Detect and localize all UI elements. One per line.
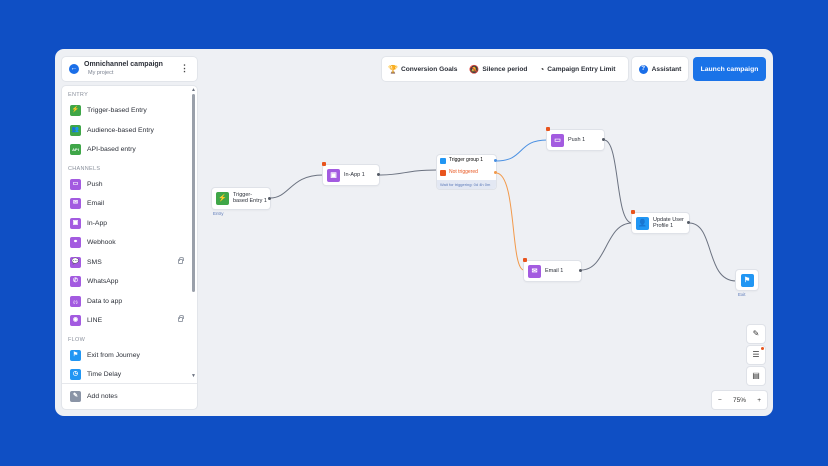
node-email[interactable]: ✉ Email 1	[523, 258, 582, 281]
warning-badge	[523, 258, 527, 262]
not-triggered-icon	[440, 169, 446, 176]
node-push-label: Push 1	[568, 137, 586, 143]
lightning-icon: ⚡	[216, 192, 229, 205]
edge-not-triggered-to-email	[495, 172, 525, 271]
guide-button[interactable]: ▤	[747, 367, 765, 385]
node-update-user-profile[interactable]: 👤 Update User Profile 1	[631, 210, 690, 233]
node-push[interactable]: ▭ Push 1	[546, 127, 605, 150]
node-trigger-based-entry[interactable]: ⚡ Trigger-based Entry 1	[212, 188, 271, 209]
output-port[interactable]	[579, 269, 582, 272]
edge-inapp-to-triggergroup	[378, 169, 438, 176]
node-trigger-caption: Entry	[213, 211, 224, 216]
edge-push-to-update	[603, 139, 633, 224]
email-icon: ✉	[528, 265, 541, 278]
trigger-group-label: Trigger group 1	[449, 157, 483, 163]
zoom-in-button[interactable]: +	[757, 397, 761, 404]
not-triggered-row: Not triggered	[437, 167, 496, 178]
triggered-port[interactable]	[494, 159, 497, 162]
node-trigger-label: Trigger-based Entry 1	[233, 192, 267, 204]
trigger-icon	[440, 157, 446, 164]
in-app-icon: ▣	[327, 169, 340, 182]
wait-caption: Wait for triggering: 0d 4h 0m	[437, 180, 496, 189]
alert-dot	[761, 347, 764, 350]
validate-button[interactable]: ☰	[747, 346, 765, 364]
flag-icon: ⚑	[740, 273, 754, 287]
edge-triggered-to-push	[495, 139, 548, 162]
book-icon: ▤	[752, 371, 760, 380]
checklist-icon: ☰	[752, 350, 760, 359]
trigger-group-row: Trigger group 1	[437, 155, 496, 166]
push-icon: ▭	[551, 134, 564, 147]
node-email-label: Email 1	[545, 268, 564, 274]
warning-badge	[546, 127, 550, 131]
not-triggered-port[interactable]	[494, 171, 497, 174]
node-in-app[interactable]: ▣ In-App 1	[322, 162, 380, 185]
node-exit-caption: Exit	[738, 292, 746, 297]
zoom-out-button[interactable]: −	[718, 397, 722, 404]
output-port[interactable]	[602, 138, 605, 141]
warning-badge	[322, 162, 326, 166]
node-update-label: Update User Profile 1	[653, 217, 684, 229]
output-port[interactable]	[687, 221, 690, 224]
zoom-control: − 75% +	[712, 391, 767, 409]
journey-builder-window: ← Omnichannel campaign My project ⋮ ENTR…	[55, 49, 773, 416]
zoom-level: 75%	[732, 396, 746, 404]
output-port[interactable]	[268, 197, 271, 200]
node-exit[interactable]: ⚑	[736, 270, 758, 290]
node-trigger-group[interactable]: Trigger group 1 Not triggered Wait for t…	[437, 155, 497, 189]
not-triggered-label: Not triggered	[449, 169, 478, 175]
edge-entry-to-inapp	[269, 174, 324, 199]
magic-wand-icon: ✎	[752, 329, 760, 338]
node-in-app-label: In-App 1	[344, 172, 365, 178]
edge-email-to-update	[580, 222, 633, 271]
output-port[interactable]	[377, 173, 380, 176]
auto-arrange-button[interactable]: ✎	[747, 325, 765, 343]
user-profile-icon: 👤	[636, 217, 649, 230]
edge-update-to-exit	[688, 222, 737, 282]
warning-badge	[631, 210, 635, 214]
